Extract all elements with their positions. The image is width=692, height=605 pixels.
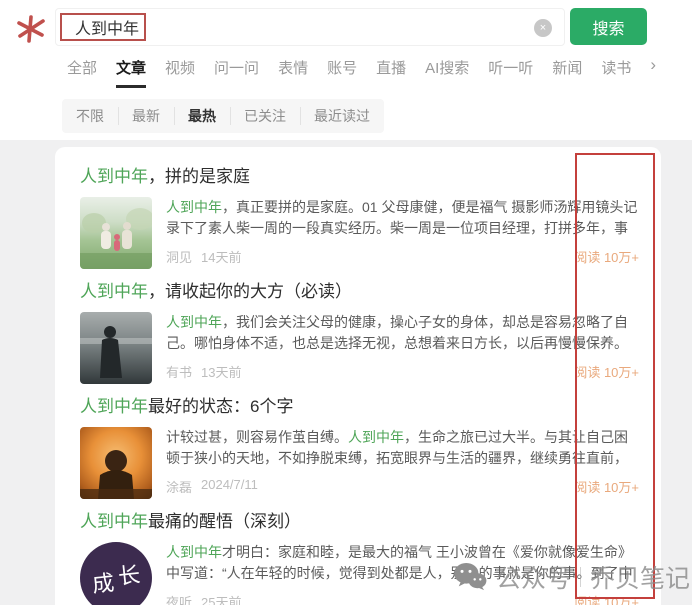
title-keyword-highlight: 人到中年 xyxy=(80,282,148,301)
tab-articles[interactable]: 文章 xyxy=(116,57,147,88)
source-name: 涂磊 xyxy=(166,480,193,495)
tab-video[interactable]: 视频 xyxy=(165,57,195,85)
read-count: 阅读 10万+ xyxy=(574,250,639,265)
result-title[interactable]: 人到中年，拼的是家庭 xyxy=(80,165,639,189)
snippet-keyword-highlight: 人到中年 xyxy=(348,429,404,445)
source-name: 有书 xyxy=(166,365,193,380)
search-results-page: 人到中年 × 搜索 全部 文章 视频 问一问 表情 账号 直播 AI搜索 听一听… xyxy=(0,0,692,605)
result-meta: 夜听 25天前 阅读 10万+ xyxy=(166,592,639,605)
title-rest: ，请收起你的大方（必读） xyxy=(148,282,352,301)
read-count: 阅读 10万+ xyxy=(574,595,639,605)
publish-date: 13天前 xyxy=(201,365,242,380)
publish-date: 2024/7/11 xyxy=(201,477,258,492)
title-rest: ，拼的是家庭 xyxy=(148,167,250,186)
search-query-text: 人到中年 xyxy=(75,21,140,38)
snippet-post: ，真正要拼的是家庭。01 父母康健，便是福气 摄影师汤辉用镜头记录下了素人柴一周… xyxy=(166,199,638,236)
result-body: 成 长 人到中年才明白：家庭和睦，是最大的福气 王小波曾在《爱你就像爱生命》中写… xyxy=(80,542,639,605)
snippet-keyword-highlight: 人到中年 xyxy=(166,314,222,330)
category-tabs: 全部 文章 视频 问一问 表情 账号 直播 AI搜索 听一听 新闻 读书 › xyxy=(67,56,677,88)
tabs-more-chevron-icon[interactable]: › xyxy=(650,56,656,73)
snippet-post: 才明白：家庭和睦，是最大的福气 王小波曾在《爱你就像爱生命》中写道：“人在年轻的… xyxy=(166,544,633,581)
read-count: 阅读 10万+ xyxy=(574,480,639,495)
snippet-keyword-highlight: 人到中年 xyxy=(166,544,222,560)
results-card: 人到中年，拼的是家庭 人到中年，真正要拼的是家庭。01 父母康健，便是福气 摄影… xyxy=(55,147,661,605)
result-meta: 涂磊 2024/7/11 阅读 10万+ xyxy=(166,477,639,496)
title-keyword-highlight: 人到中年 xyxy=(80,512,148,531)
result-title[interactable]: 人到中年最好的状态：6个字 xyxy=(80,395,639,419)
source-name: 夜听 xyxy=(166,595,193,605)
result-item: 人到中年，请收起你的大方（必读） 人到中年，我们会关注父母的健康，操心子女的身体… xyxy=(80,280,639,384)
tab-live[interactable]: 直播 xyxy=(376,57,406,85)
result-content: 人到中年才明白：家庭和睦，是最大的福气 王小波曾在《爱你就像爱生命》中写道：“人… xyxy=(166,542,639,605)
title-rest: 最好的状态：6个字 xyxy=(148,397,294,416)
publish-date: 14天前 xyxy=(201,250,242,265)
tab-ai-search[interactable]: AI搜索 xyxy=(425,57,469,85)
tab-ask[interactable]: 问一问 xyxy=(214,57,259,85)
tab-all[interactable]: 全部 xyxy=(67,57,97,85)
result-item: 人到中年最痛的醒悟（深刻） 成 长 人到中年才明白：家庭和睦，是最大的福气 王小… xyxy=(80,510,639,605)
filter-unlimited[interactable]: 不限 xyxy=(62,99,118,133)
result-snippet: 人到中年才明白：家庭和睦，是最大的福气 王小波曾在《爱你就像爱生命》中写道：“人… xyxy=(166,542,639,584)
clear-search-icon[interactable]: × xyxy=(534,19,552,37)
source-name: 洞见 xyxy=(166,250,193,265)
thumbnail-person-by-sea-photo[interactable] xyxy=(80,312,152,384)
result-body: 人到中年，我们会关注父母的健康，操心子女的身体，却总是容易忽略了自己。哪怕身体不… xyxy=(80,312,639,384)
tab-books[interactable]: 读书 xyxy=(601,57,631,85)
annotation-box-query: 人到中年 xyxy=(60,13,146,41)
thumbnail-sunset-silhouette-photo[interactable] xyxy=(80,427,152,499)
thumbnail-family-photo[interactable] xyxy=(80,197,152,269)
result-source: 洞见 14天前 xyxy=(166,247,241,266)
tab-stickers[interactable]: 表情 xyxy=(278,57,308,85)
result-snippet: 计较过甚，则容易作茧自缚。人到中年，生命之旅已过大半。与其让自己困顿于狭小的天地… xyxy=(166,427,639,469)
search-input[interactable]: 人到中年 × xyxy=(55,8,565,46)
result-item: 人到中年，拼的是家庭 人到中年，真正要拼的是家庭。01 父母康健，便是福气 摄影… xyxy=(80,165,639,269)
result-title[interactable]: 人到中年最痛的醒悟（深刻） xyxy=(80,510,639,534)
publish-date: 25天前 xyxy=(201,595,242,605)
result-content: 人到中年，我们会关注父母的健康，操心子女的身体，却总是容易忽略了自己。哪怕身体不… xyxy=(166,312,639,384)
brand-asterisk-logo-icon xyxy=(15,11,47,47)
tab-news[interactable]: 新闻 xyxy=(552,57,582,85)
result-source: 夜听 25天前 xyxy=(166,592,241,605)
search-button[interactable]: 搜索 xyxy=(570,8,647,45)
result-content: 计较过甚，则容易作茧自缚。人到中年，生命之旅已过大半。与其让自己困顿于狭小的天地… xyxy=(166,427,639,499)
filter-hottest[interactable]: 最热 xyxy=(174,99,230,133)
read-count: 阅读 10万+ xyxy=(574,365,639,380)
result-content: 人到中年，真正要拼的是家庭。01 父母康健，便是福气 摄影师汤辉用镜头记录下了素… xyxy=(166,197,639,269)
filter-followed[interactable]: 已关注 xyxy=(230,99,300,133)
thumbnail-growth-avatar[interactable]: 成 长 xyxy=(80,542,152,605)
snippet-keyword-highlight: 人到中年 xyxy=(166,199,222,215)
sort-filter-bar: 不限 最新 最热 已关注 最近读过 xyxy=(62,99,384,133)
title-keyword-highlight: 人到中年 xyxy=(80,167,148,186)
filter-newest[interactable]: 最新 xyxy=(118,99,174,133)
result-item: 人到中年最好的状态：6个字 计较过甚，则容易作茧自缚。人到中年，生命之旅已过大半… xyxy=(80,395,639,499)
snippet-post: ，我们会关注父母的健康，操心子女的身体，却总是容易忽略了自己。哪怕身体不适，也总… xyxy=(166,314,628,351)
tab-accounts[interactable]: 账号 xyxy=(327,57,357,85)
avatar-text: 成 xyxy=(91,569,116,598)
title-rest: 最痛的醒悟（深刻） xyxy=(148,512,301,531)
title-keyword-highlight: 人到中年 xyxy=(80,397,148,416)
result-snippet: 人到中年，我们会关注父母的健康，操心子女的身体，却总是容易忽略了自己。哪怕身体不… xyxy=(166,312,639,354)
result-snippet: 人到中年，真正要拼的是家庭。01 父母康健，便是福气 摄影师汤辉用镜头记录下了素… xyxy=(166,197,639,239)
result-title[interactable]: 人到中年，请收起你的大方（必读） xyxy=(80,280,639,304)
tab-listen[interactable]: 听一听 xyxy=(488,57,533,85)
snippet-pre: 计较过甚，则容易作茧自缚。 xyxy=(166,429,348,445)
result-meta: 洞见 14天前 阅读 10万+ xyxy=(166,247,639,266)
result-body: 计较过甚，则容易作茧自缚。人到中年，生命之旅已过大半。与其让自己困顿于狭小的天地… xyxy=(80,427,639,499)
result-meta: 有书 13天前 阅读 10万+ xyxy=(166,362,639,381)
result-source: 有书 13天前 xyxy=(166,362,241,381)
result-body: 人到中年，真正要拼的是家庭。01 父母康健，便是福气 摄影师汤辉用镜头记录下了素… xyxy=(80,197,639,269)
filter-recently-read[interactable]: 最近读过 xyxy=(300,99,384,133)
avatar-text: 长 xyxy=(116,561,141,590)
result-source: 涂磊 2024/7/11 xyxy=(166,477,258,496)
